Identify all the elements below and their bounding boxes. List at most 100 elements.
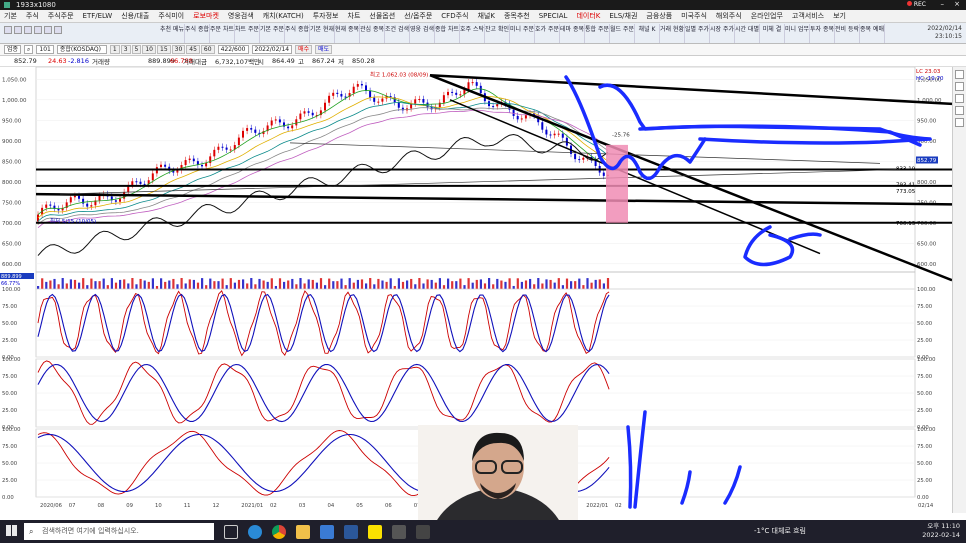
menu-item[interactable]: 캐치(KATCH) [263, 11, 304, 21]
store-icon[interactable] [320, 524, 334, 539]
toolbar-button[interactable]: 채널 K [635, 24, 660, 43]
toolbar-button[interactable]: 테마 종목 [560, 24, 585, 43]
toolbar-button[interactable]: 주식 종합 [285, 24, 310, 43]
x-tick: 02 [270, 503, 277, 509]
explorer-icon[interactable] [296, 524, 310, 539]
toolbar-button[interactable]: 종목 예매 [860, 24, 885, 43]
code-input[interactable]: 101 [36, 45, 54, 54]
menu-item[interactable]: 선/옵주문 [404, 11, 432, 21]
toolbar-button[interactable]: 투자 종목 [810, 24, 835, 43]
menu-item[interactable]: 온라인업무 [751, 11, 783, 21]
period-button[interactable]: 10 [142, 45, 156, 54]
menu-item[interactable]: 차트 [348, 11, 361, 21]
app-icon-2[interactable] [392, 524, 406, 539]
menu-item[interactable]: 주식주문 [48, 11, 74, 21]
home-icon[interactable] [4, 26, 12, 34]
kakaotalk-icon[interactable] [368, 524, 382, 539]
zoom-tool-icon[interactable] [955, 118, 964, 127]
toolbar-button[interactable]: 영웅 검색 [410, 24, 435, 43]
word-icon[interactable] [344, 524, 358, 539]
print-icon[interactable] [14, 26, 22, 34]
menu-item[interactable]: ELS/채권 [609, 11, 637, 21]
period-button[interactable]: 60 [200, 45, 215, 54]
toolbar-button[interactable]: 시장 주가 [710, 24, 735, 43]
toolbar-button[interactable]: 기본 주문 [260, 24, 285, 43]
trendline-tool-icon[interactable] [955, 82, 964, 91]
menu-item[interactable]: 로보마켓 [193, 11, 219, 21]
taskbar-search-input[interactable]: 검색하려면 여기에 입력하십시오. [24, 523, 214, 540]
toolbar-button[interactable]: 추천 메뉴 [160, 24, 185, 43]
menu-item[interactable]: SPECIAL [539, 12, 568, 20]
menu-item[interactable]: 주식 [26, 11, 39, 21]
rec-indicator[interactable]: REC [906, 1, 926, 8]
menu-item[interactable]: 주식미이 [158, 11, 184, 21]
menu-item[interactable]: 금융상품 [646, 11, 672, 21]
search-icon[interactable]: ⌕ [24, 45, 34, 54]
cursor-tool-icon[interactable] [955, 70, 964, 79]
menu-item[interactable]: 신용/대출 [121, 11, 149, 21]
toolbar-button[interactable]: 조건 검색 [385, 24, 410, 43]
menu-item[interactable]: 기본 [4, 11, 17, 21]
toolbar-button[interactable]: 미니 업무 [785, 24, 810, 43]
period-button[interactable]: 45 [186, 45, 200, 54]
minimize-icon[interactable]: – [941, 0, 945, 8]
count-field[interactable]: 422/600 [217, 45, 249, 54]
edge-icon[interactable] [248, 524, 262, 539]
chrome-icon[interactable] [272, 524, 286, 539]
date-field[interactable]: 2022/02/14 [251, 45, 293, 54]
toolbar-button[interactable]: 시간 대별 [735, 24, 760, 43]
menu-item[interactable]: CFD주식 [441, 11, 468, 21]
start-icon[interactable] [6, 525, 17, 536]
period-button[interactable]: 5 [131, 45, 142, 54]
menu-item[interactable]: 해외주식 [716, 11, 742, 21]
save-icon[interactable] [24, 26, 32, 34]
toolbar-button[interactable]: 전비 등락 [835, 24, 860, 43]
menu-item[interactable]: 투자정보 [313, 11, 339, 21]
menu-item[interactable]: 채널K [477, 11, 494, 21]
toolbar-button[interactable]: 관심 종목 [360, 24, 385, 43]
list-icon[interactable] [54, 26, 62, 34]
toolbar-button[interactable]: 미니 주문 [510, 24, 535, 43]
period-button[interactable]: 15 [157, 45, 171, 54]
toolbar-button[interactable]: 일별 주가 [685, 24, 710, 43]
task-view-icon[interactable] [224, 524, 238, 539]
settings-icon[interactable] [34, 26, 42, 34]
close-icon[interactable]: × [954, 0, 960, 8]
toolbar-button[interactable]: 호주 스탁 [460, 24, 485, 43]
toolbar-button[interactable]: 잔고 확인 [485, 24, 510, 43]
text-tool-icon[interactable] [955, 94, 964, 103]
toolbar-button[interactable]: 거래 현황 [660, 24, 685, 43]
menu-item[interactable]: 보기 [833, 11, 846, 21]
toolbar-button[interactable]: 주식 종합 [185, 24, 210, 43]
lock-icon[interactable] [44, 26, 52, 34]
menu-item[interactable]: 고객서비스 [792, 11, 824, 21]
toolbar-button[interactable]: 주문 차트 [210, 24, 235, 43]
toolbar-button[interactable]: 종합 차트 [435, 24, 460, 43]
toolbar-button[interactable]: 현재 종목 [335, 24, 360, 43]
toolbar-button[interactable]: 월드 주문 [610, 24, 635, 43]
sell-button[interactable]: 매도 [315, 45, 333, 54]
system-clock[interactable]: 오후 11:10 2022-02-14 [922, 522, 960, 540]
weather-widget[interactable]: -1°C 대체로 흐림 [754, 526, 806, 536]
app-icon-3[interactable] [416, 524, 430, 539]
period-button[interactable]: 1 [109, 45, 120, 54]
period-button[interactable]: 30 [171, 45, 186, 54]
menu-item[interactable]: 영웅검색 [228, 11, 254, 21]
toolbar-button[interactable]: 미체 결 [760, 24, 785, 43]
menu-item[interactable]: 선물옵션 [369, 11, 395, 21]
toolbar-button[interactable]: 호가 주문 [535, 24, 560, 43]
delete-tool-icon[interactable] [955, 106, 964, 115]
menu-item[interactable]: ETF/ELW [83, 12, 113, 20]
menu-item[interactable]: 미국주식 [681, 11, 707, 21]
buy-button[interactable]: 매수 [295, 45, 313, 54]
toolbar-button[interactable]: 기본 현재 [310, 24, 335, 43]
menu-item[interactable]: 종목추천 [504, 11, 530, 21]
market-select[interactable]: 업종 [4, 45, 22, 54]
candle [524, 115, 527, 119]
index-name[interactable]: 종합(KOSDAQ) [56, 45, 107, 54]
toolbar-button[interactable]: 차트 주문 [235, 24, 260, 43]
toolbar-button[interactable]: 통합 주문 [585, 24, 610, 43]
period-button[interactable]: 3 [120, 45, 131, 54]
menu-item[interactable]: 데이터K [576, 11, 600, 21]
volume-bar [102, 278, 105, 289]
